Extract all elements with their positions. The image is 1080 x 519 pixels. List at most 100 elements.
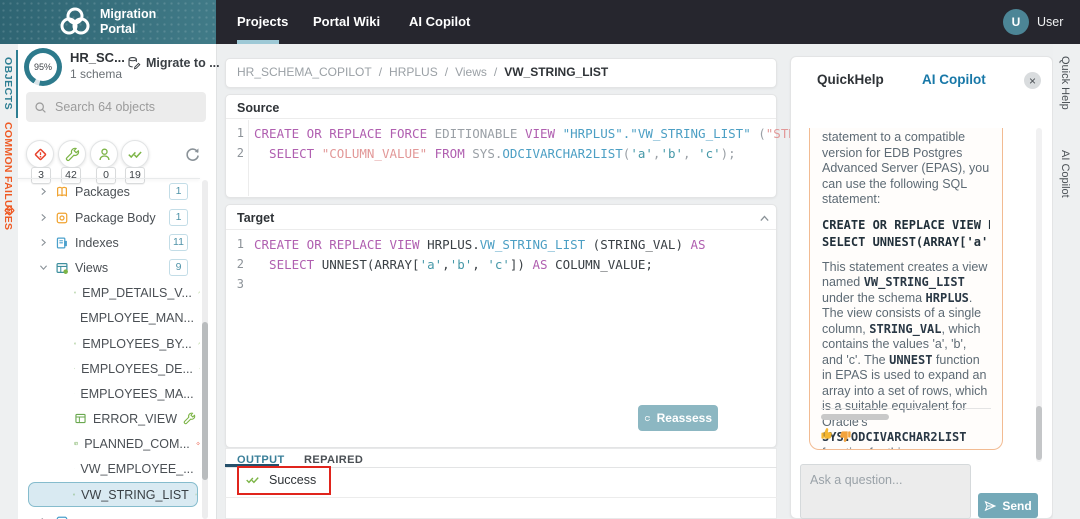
horizontal-scrollbar-thumb[interactable] xyxy=(821,414,889,420)
rail-tab-quick-help[interactable]: Quick Help xyxy=(1059,56,1071,110)
tree-item-view[interactable]: EMPLOYEES_DE... xyxy=(18,356,200,381)
target-header-divider xyxy=(226,229,776,230)
thumbs-up-icon[interactable] xyxy=(820,426,835,441)
breadcrumb-separator: / xyxy=(494,65,497,79)
object-search[interactable] xyxy=(26,92,206,122)
tree-group-label: Package Body xyxy=(75,211,156,225)
failure-diamond-icon xyxy=(196,437,200,450)
tree-item-label: VW_EMPLOYEE_... xyxy=(80,462,193,476)
filter-success-button[interactable] xyxy=(121,140,149,168)
tree-item-label: PLANNED_COM... xyxy=(84,437,190,451)
tree-group-package-body[interactable]: Package Body 1 xyxy=(18,205,200,230)
package-icon xyxy=(55,185,69,199)
filter-failures-button[interactable] xyxy=(26,140,54,168)
message-divider xyxy=(821,408,991,409)
view-table-icon xyxy=(74,362,75,375)
refresh-button[interactable] xyxy=(184,146,201,163)
filter-manual-button[interactable] xyxy=(90,140,118,168)
schema-count: 1 schema xyxy=(70,67,122,81)
tree-item-view[interactable]: EMPLOYEES_MA... xyxy=(18,381,200,406)
tree-item-view[interactable]: EMPLOYEE_MAN... xyxy=(18,305,200,330)
thumbs-down-icon[interactable] xyxy=(837,429,852,444)
nav-active-indicator xyxy=(237,40,279,44)
view-table-icon xyxy=(73,488,75,501)
failure-diamond-icon xyxy=(33,147,48,162)
app-title: Migration Portal xyxy=(100,7,156,37)
rail-tab-ai-copilot[interactable]: AI Copilot xyxy=(1059,150,1071,198)
tree-item-label: EMPLOYEE_MAN... xyxy=(80,311,194,325)
copilot-message-footer xyxy=(809,408,1003,444)
tree-item-label: EMPLOYEES_DE... xyxy=(81,362,193,376)
tree-group-label: Views xyxy=(75,261,108,275)
view-table-icon xyxy=(74,337,76,350)
tree-group-indexes[interactable]: Indexes 11 xyxy=(18,230,200,255)
chevron-right-icon xyxy=(38,186,49,197)
breadcrumb-project[interactable]: HR_SCHEMA_COPILOT xyxy=(237,65,372,79)
tree-item-view[interactable]: EMP_DETAILS_V... xyxy=(18,280,200,305)
user-name: User xyxy=(1037,15,1063,29)
assessment-progress-ring: 95% xyxy=(24,48,62,86)
migrate-to-label: Migrate to ... xyxy=(146,56,220,70)
send-button[interactable]: Send xyxy=(978,493,1038,518)
copilot-code-line: SELECT UNNEST(ARRAY['a',' xyxy=(822,234,990,251)
wrench-icon xyxy=(199,362,200,375)
target-code-line[interactable]: SELECT UNNEST(ARRAY['a','b', 'c']) AS CO… xyxy=(254,257,653,272)
tree-item-view-selected[interactable]: VW_STRING_LIST xyxy=(28,482,198,507)
status-row-divider xyxy=(225,497,777,498)
tab-ai-copilot[interactable]: AI Copilot xyxy=(922,72,986,87)
ask-question-input[interactable] xyxy=(800,464,971,519)
sidebar-scrollbar-thumb[interactable] xyxy=(202,322,208,480)
copilot-message-intro: statement to a compatible version for ED… xyxy=(822,130,990,208)
tree-item-label: EMPLOYEES_MA... xyxy=(80,387,193,401)
tree-item-label: VW_STRING_LIST xyxy=(81,488,189,502)
failure-diamond-icon xyxy=(3,204,16,217)
nav-ai-copilot[interactable]: AI Copilot xyxy=(409,14,470,29)
tab-quickhelp[interactable]: QuickHelp xyxy=(817,72,884,87)
filter-repaired-button[interactable] xyxy=(58,140,86,168)
send-arrow-icon xyxy=(984,500,996,512)
search-input[interactable] xyxy=(53,99,197,115)
tree-item-view[interactable]: VW_EMPLOYEE_... xyxy=(18,456,200,481)
view-table-icon xyxy=(74,437,78,450)
refresh-icon xyxy=(184,146,201,163)
copilot-message: statement to a compatible version for ED… xyxy=(809,128,1003,450)
tree-group-views[interactable]: Views 9 xyxy=(18,255,200,280)
refresh-icon xyxy=(644,412,651,425)
chevron-down-icon xyxy=(38,262,49,273)
count-badge: 11 xyxy=(169,234,188,251)
nav-portal-wiki[interactable]: Portal Wiki xyxy=(313,14,380,29)
rail-tab-objects[interactable]: OBJECTS xyxy=(2,57,14,110)
tree-item-view[interactable]: EMPLOYEES_BY... xyxy=(18,331,200,356)
migrate-database-icon xyxy=(127,56,141,70)
reassess-button[interactable]: Reassess xyxy=(638,405,718,431)
tree-item-view[interactable]: ERROR_VIEW xyxy=(18,406,200,431)
migrate-to-button[interactable]: Migrate to ... xyxy=(127,56,220,70)
copilot-scrollbar-thumb[interactable] xyxy=(1036,406,1042,460)
breadcrumb-schema[interactable]: HRPLUS xyxy=(389,65,438,79)
package-body-icon xyxy=(55,211,69,225)
tree-group-partial[interactable] xyxy=(18,509,200,519)
object-type-icon xyxy=(55,515,69,519)
person-icon xyxy=(97,147,112,162)
nav-projects[interactable]: Projects xyxy=(237,14,288,29)
source-code-line[interactable]: SELECT "COLUMN_VALUE" FROM SYS.ODCIVARCH… xyxy=(254,146,736,161)
tab-repaired[interactable]: REPAIRED xyxy=(304,454,363,466)
close-icon[interactable]: × xyxy=(1024,72,1041,89)
count-badge: 9 xyxy=(169,259,188,276)
send-label: Send xyxy=(1002,499,1031,513)
line-number: 2 xyxy=(230,257,244,271)
breadcrumb: HR_SCHEMA_COPILOT / HRPLUS / Views / VW_… xyxy=(237,65,608,79)
view-table-icon xyxy=(74,412,87,425)
tree-group-packages[interactable]: Packages 1 xyxy=(18,179,200,204)
tree-group-label: Indexes xyxy=(75,236,119,250)
target-pane-title: Target xyxy=(237,211,274,225)
line-number: 3 xyxy=(230,277,244,291)
tree-item-view[interactable]: PLANNED_COM... xyxy=(18,431,200,456)
breadcrumb-current: VW_STRING_LIST xyxy=(504,65,608,79)
index-icon xyxy=(55,236,69,250)
collapse-chevron-up-icon[interactable] xyxy=(758,212,771,225)
line-number: 2 xyxy=(230,146,244,160)
avatar[interactable]: U xyxy=(1003,9,1029,35)
target-code-line[interactable]: CREATE OR REPLACE VIEW HRPLUS.VW_STRING_… xyxy=(254,237,706,252)
breadcrumb-views[interactable]: Views xyxy=(455,65,487,79)
